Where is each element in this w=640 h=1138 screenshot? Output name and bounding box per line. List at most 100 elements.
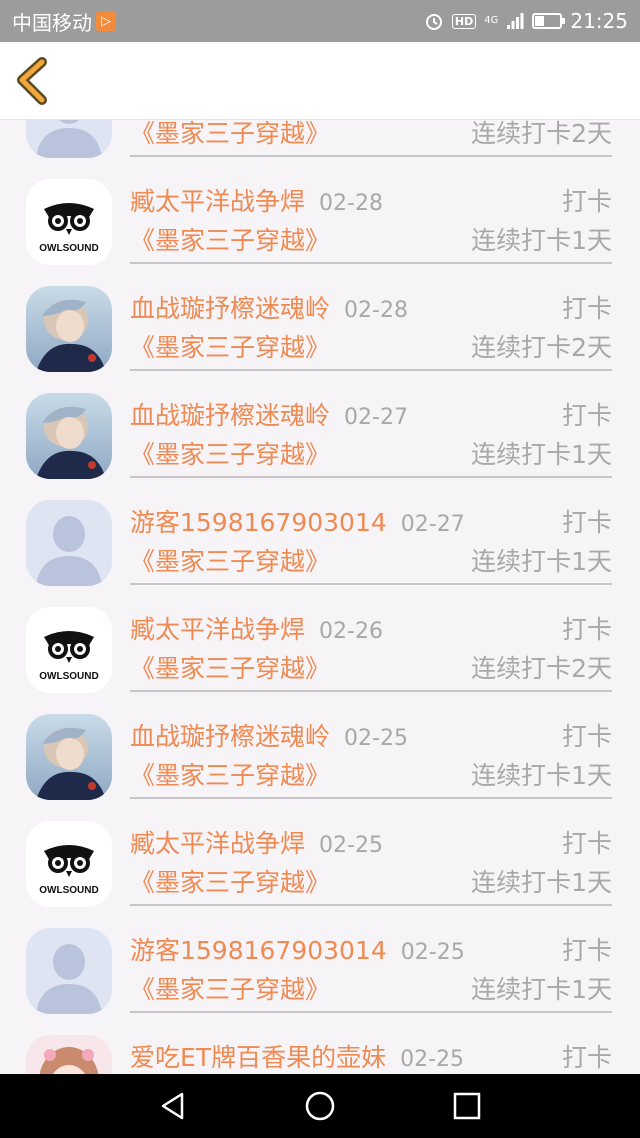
checkin-list-item[interactable]: 血战璇抒檫迷魂岭 02-25 打卡《墨家三子穿越》 连续打卡1天 [0,709,640,816]
checkin-action-label: 打卡 [561,722,612,751]
book-title[interactable]: 《墨家三子穿越》 [130,649,330,685]
book-title[interactable]: 《墨家三子穿越》 [130,756,330,792]
checkin-streak: 连续打卡1天 [471,975,612,1004]
checkin-streak: 连续打卡1天 [471,761,612,790]
checkin-date: 02-25 [344,726,408,751]
divider [130,904,612,906]
checkin-list-viewport[interactable]: 《墨家三子穿越》 连续打卡2天 OWLSOUND 臧太平洋战争焊 02-28 打卡 《墨家三… [0,120,640,1074]
battery-level [535,16,544,26]
book-title[interactable]: 《墨家三子穿越》 [130,970,330,1006]
name-line: 臧太平洋战争焊 02-25 [130,824,383,860]
divider [130,1011,612,1013]
checkin-date: 02-25 [400,940,465,965]
checkin-streak: 连续打卡1天 [471,226,612,255]
checkin-date: 02-26 [319,619,383,644]
avatar[interactable]: OWLSOUND [26,179,112,265]
hd-badge: HD [451,13,477,29]
checkin-date: 02-27 [400,512,465,537]
book-title[interactable]: 《墨家三子穿越》 [130,435,330,471]
checkin-action-label: 打卡 [561,294,612,323]
checkin-list-item[interactable]: 《墨家三子穿越》 连续打卡2天 [0,120,640,174]
divider [130,583,612,585]
owlsound-logo: OWLSOUND [26,607,112,693]
user-name[interactable]: 游客1598167903014 [130,508,387,537]
checkin-list-item[interactable]: OWLSOUND 臧太平洋战争焊 02-28 打卡《墨家三子穿越》 连续打卡1天 [0,174,640,281]
book-title[interactable]: 《墨家三子穿越》 [130,542,330,578]
checkin-list-item[interactable]: OWLSOUND 臧太平洋战争焊 02-25 打卡《墨家三子穿越》 连续打卡1天 [0,816,640,923]
checkin-action-label: 打卡 [561,829,612,858]
signal-icon [507,13,524,29]
book-title[interactable]: 《墨家三子穿越》 [130,120,330,150]
name-line: 血战璇抒檫迷魂岭 02-28 [130,289,408,325]
name-line: 血战璇抒檫迷魂岭 02-25 [130,717,408,753]
user-photo-avatar [26,286,112,372]
carrier-badge-icon: ▷ [96,11,116,31]
checkin-list-item[interactable]: 爱吃ET牌百香果的壶妹 02-25 打卡 [0,1030,640,1074]
book-title[interactable]: 《墨家三子穿越》 [130,221,330,257]
user-name[interactable]: 血战璇抒檫迷魂岭 [130,294,330,323]
checkin-list-item[interactable]: 血战璇抒檫迷魂岭 02-27 打卡《墨家三子穿越》 连续打卡1天 [0,388,640,495]
square-recents-icon [453,1092,480,1120]
user-photo-avatar [26,714,112,800]
checkin-date: 02-25 [400,1047,465,1072]
system-nav-bar [0,1074,640,1138]
user-name[interactable]: 血战璇抒檫迷魂岭 [130,722,330,751]
book-title[interactable]: 《墨家三子穿越》 [130,328,330,364]
chevron-left-icon [17,57,47,105]
divider [130,690,612,692]
avatar[interactable] [26,928,112,1014]
user-name[interactable]: 臧太平洋战争焊 [130,187,305,216]
checkin-date: 02-27 [344,405,408,430]
checkin-streak: 连续打卡2天 [471,654,612,683]
avatar[interactable] [26,500,112,586]
checkin-action-label: 打卡 [561,401,612,430]
divider [130,369,612,371]
book-title[interactable]: 《墨家三子穿越》 [130,863,330,899]
avatar[interactable] [26,1035,112,1074]
checkin-date: 02-28 [344,298,408,323]
nav-home-button[interactable] [300,1086,340,1126]
user-name[interactable]: 臧太平洋战争焊 [130,615,305,644]
checkin-date: 02-28 [319,191,383,216]
user-photo-avatar [26,393,112,479]
checkin-list-item[interactable]: 血战璇抒檫迷魂岭 02-28 打卡 《墨家三子穿越》 连续打卡2天 [0,281,640,388]
checkin-date: 02-25 [319,833,383,858]
checkin-action-label: 打卡 [561,936,612,965]
owlsound-logo: OWLSOUND [26,179,112,265]
checkin-action-label: 打卡 [561,187,612,216]
status-icons: HD 4G 21:25 [424,9,628,33]
user-name[interactable]: 臧太平洋战争焊 [130,829,305,858]
user-name[interactable]: 游客1598167903014 [130,936,387,965]
avatar[interactable]: OWLSOUND [26,607,112,693]
checkin-list-item[interactable]: 游客1598167903014 02-27 打卡 《墨家三子穿越》 连续打卡1天 [0,495,640,602]
name-line: 血战璇抒檫迷魂岭 02-27 [130,396,408,432]
name-line: 游客1598167903014 02-27 [130,503,465,539]
checkin-action-label: 打卡 [561,1043,612,1072]
checkin-action-label: 打卡 [561,508,612,537]
checkin-list-item[interactable]: 游客1598167903014 02-25 打卡《墨家三子穿越》 连续打卡1天 [0,923,640,1030]
avatar[interactable] [26,286,112,372]
owlsound-logo: OWLSOUND [26,821,112,907]
avatar[interactable] [26,714,112,800]
clock: 21:25 [570,9,628,33]
checkin-list-item[interactable]: OWLSOUND 臧太平洋战争焊 02-26 打卡《墨家三子穿越》 连续打卡2天 [0,602,640,709]
header [0,42,640,120]
user-name[interactable]: 血战璇抒檫迷魂岭 [130,401,330,430]
avatar[interactable] [26,120,112,158]
checkin-streak: 连续打卡1天 [471,440,612,469]
nav-recents-button[interactable] [447,1086,487,1126]
carrier: 中国移动 ▷ [12,7,116,36]
carrier-name: 中国移动 [12,10,92,35]
user-name[interactable]: 爱吃ET牌百香果的壶妹 [130,1043,386,1072]
checkin-action-label: 打卡 [561,615,612,644]
nav-back-button[interactable] [153,1086,193,1126]
checkin-streak: 连续打卡1天 [471,868,612,897]
network-type: 4G [484,15,499,26]
avatar[interactable] [26,393,112,479]
back-button[interactable] [14,56,54,106]
avatar[interactable]: OWLSOUND [26,821,112,907]
name-line: 臧太平洋战争焊 02-26 [130,610,383,646]
checkin-streak: 连续打卡2天 [471,120,612,148]
circle-home-icon [305,1091,335,1121]
battery-icon [532,13,566,29]
